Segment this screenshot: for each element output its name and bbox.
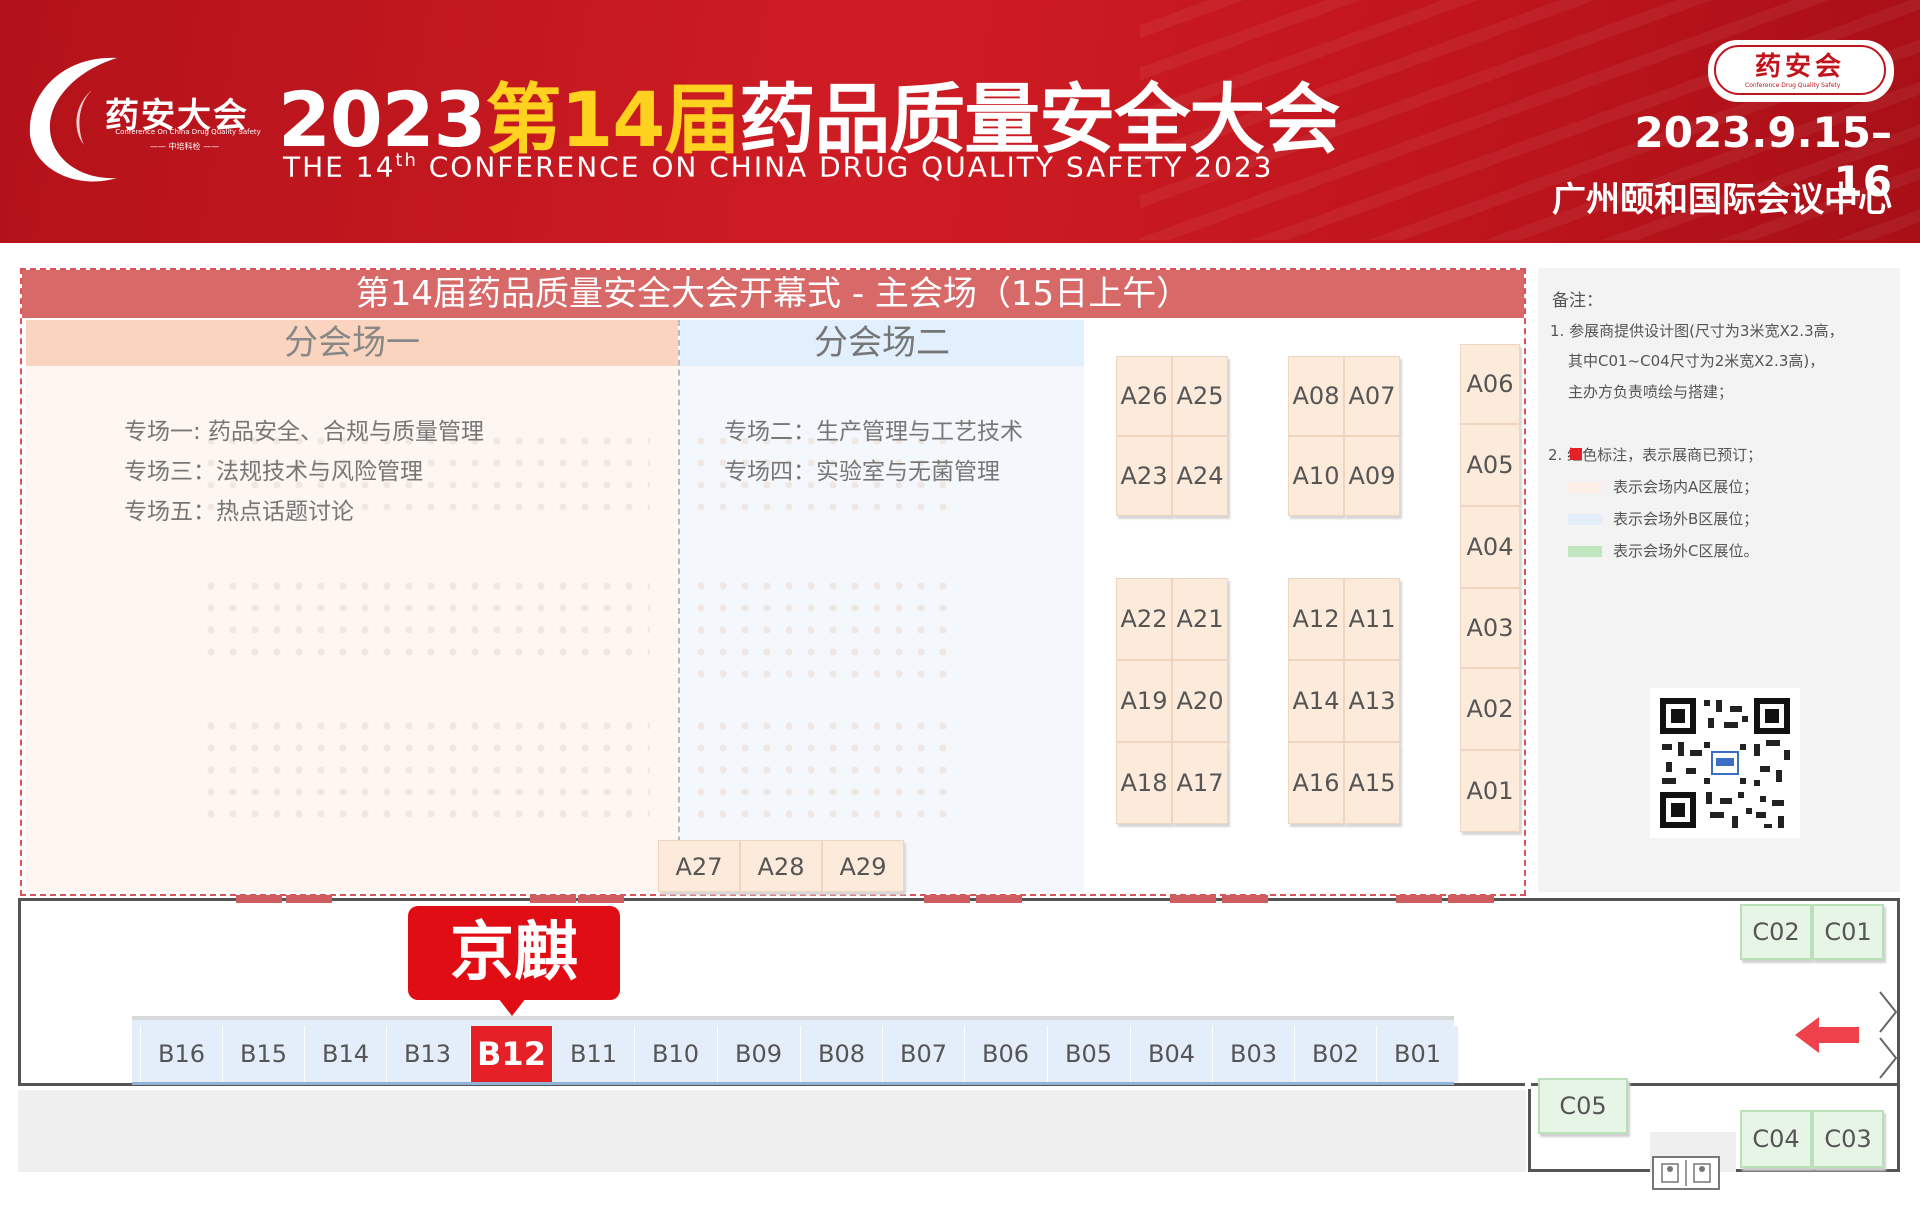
legend-swatch-reserved xyxy=(1570,448,1582,460)
session-label: 专场二：生产管理与工艺技术 xyxy=(724,419,1023,445)
booth-a[interactable]: A14 xyxy=(1288,660,1344,742)
booth-a[interactable]: A12 xyxy=(1288,578,1344,660)
seating-block xyxy=(690,715,960,825)
qr-code[interactable] xyxy=(1650,688,1800,838)
booth-c[interactable]: C01 xyxy=(1812,904,1884,960)
outer-area xyxy=(18,1090,1526,1172)
hall-door xyxy=(1448,895,1494,903)
session-label: 专场三：法规技术与风险管理 xyxy=(124,459,423,485)
entrance-gate-icon xyxy=(1879,991,1898,1079)
legend-swatch-b xyxy=(1568,514,1602,525)
booth-b[interactable]: B15 xyxy=(222,1026,304,1082)
session-label: 专场五：热点话题讨论 xyxy=(124,499,354,525)
session-label: 专场四：实验室与无菌管理 xyxy=(724,459,1000,485)
opening-ceremony-bar: 第14届药品质量安全大会开幕式 - 主会场（15日上午） xyxy=(22,270,1524,318)
booth-b[interactable]: B06 xyxy=(964,1026,1046,1082)
booth-a[interactable]: A24 xyxy=(1172,436,1228,516)
badge-subtitle: Conference Drug Quality Safety xyxy=(1745,82,1841,89)
booth-a[interactable]: A21 xyxy=(1172,578,1228,660)
sub-venue-2-title: 分会场二 xyxy=(680,320,1084,366)
booth-a[interactable]: A18 xyxy=(1116,742,1172,824)
booth-a[interactable]: A13 xyxy=(1344,660,1400,742)
booth-b[interactable]: B13 xyxy=(386,1026,468,1082)
hall-door xyxy=(1170,895,1216,903)
logo-subtitle: Conference On China Drug Quality Safety xyxy=(115,128,261,136)
legend-swatch-a xyxy=(1568,482,1602,493)
legend-swatch-c xyxy=(1568,546,1602,557)
booth-b[interactable]: B02 xyxy=(1294,1026,1376,1082)
legend-note: 主办方负责喷绘与搭建； xyxy=(1568,383,1734,401)
booth-b[interactable]: B04 xyxy=(1130,1026,1212,1082)
booth-b[interactable]: B10 xyxy=(634,1026,716,1082)
booth-a[interactable]: A09 xyxy=(1344,436,1400,516)
booth-a[interactable]: A20 xyxy=(1172,660,1228,742)
booth-b[interactable]: B11 xyxy=(552,1026,634,1082)
reserved-company-callout: 京麒 xyxy=(408,906,620,1000)
booth-a[interactable]: A28 xyxy=(740,840,822,892)
hall-door xyxy=(286,895,332,903)
booth-b[interactable]: B01 xyxy=(1376,1026,1458,1082)
booth-a[interactable]: A22 xyxy=(1116,578,1172,660)
booth-a[interactable]: A17 xyxy=(1172,742,1228,824)
seating-block xyxy=(690,575,960,685)
hall-door xyxy=(1396,895,1442,903)
hall-door xyxy=(578,895,624,903)
booth-a[interactable]: A01 xyxy=(1460,750,1520,832)
booth-b[interactable]: B08 xyxy=(800,1026,882,1082)
booth-a[interactable]: A07 xyxy=(1344,356,1400,436)
conference-venue: 广州颐和国际会议中心 xyxy=(1552,180,1892,220)
restroom-icon xyxy=(1652,1156,1720,1190)
booth-a[interactable]: A06 xyxy=(1460,344,1520,424)
booth-c[interactable]: C03 xyxy=(1812,1110,1884,1168)
callout-pointer xyxy=(498,998,526,1016)
hall-door xyxy=(530,895,576,903)
booth-b[interactable]: B07 xyxy=(882,1026,964,1082)
booth-a[interactable]: A08 xyxy=(1288,356,1344,436)
hall-door xyxy=(1222,895,1268,903)
hall-door xyxy=(976,895,1022,903)
logo-company: —— 中培科检 —— xyxy=(150,142,220,151)
legend-label: 表示会场外B区展位； xyxy=(1613,510,1759,528)
venue-divider xyxy=(678,320,680,892)
session-label: 专场一: 药品安全、合规与质量管理 xyxy=(124,419,485,445)
booth-a[interactable]: A19 xyxy=(1116,660,1172,742)
seating-block xyxy=(200,575,650,665)
booth-a[interactable]: A27 xyxy=(658,840,740,892)
legend-label: 表示会场内A区展位； xyxy=(1613,478,1759,496)
booth-a[interactable]: A04 xyxy=(1460,506,1520,588)
booth-a[interactable]: A16 xyxy=(1288,742,1344,824)
hall-door xyxy=(236,895,282,903)
booth-b[interactable]: B16 xyxy=(140,1026,222,1082)
booth-a[interactable]: A05 xyxy=(1460,424,1520,506)
conference-title-english: THE 14th CONFERENCE ON CHINA DRUG QUALIT… xyxy=(283,150,1274,184)
booth-b-reserved[interactable]: B12 xyxy=(470,1026,552,1082)
legend-title: 备注： xyxy=(1552,291,1603,311)
booth-b[interactable]: B03 xyxy=(1212,1026,1294,1082)
booth-a[interactable]: A23 xyxy=(1116,436,1172,516)
sub-venue-1-title: 分会场一 xyxy=(26,320,678,366)
booth-a[interactable]: A10 xyxy=(1288,436,1344,516)
booth-b[interactable]: B09 xyxy=(717,1026,799,1082)
booth-a[interactable]: A02 xyxy=(1460,668,1520,750)
booth-a[interactable]: A15 xyxy=(1344,742,1400,824)
legend-label: 表示会场外C区展位。 xyxy=(1613,542,1759,560)
legend-note: 其中C01~C04尺寸为2米宽X2.3高)， xyxy=(1568,352,1825,370)
booth-a[interactable]: A11 xyxy=(1344,578,1400,660)
booth-a[interactable]: A29 xyxy=(822,840,904,892)
booth-b[interactable]: B14 xyxy=(304,1026,386,1082)
booth-c[interactable]: C05 xyxy=(1538,1078,1628,1134)
booth-a[interactable]: A26 xyxy=(1116,356,1172,436)
entrance-arrow-icon xyxy=(1795,1017,1859,1053)
hall-door xyxy=(924,895,970,903)
booth-c[interactable]: C02 xyxy=(1740,904,1812,960)
booth-a[interactable]: A03 xyxy=(1460,588,1520,668)
legend-note: 1. 参展商提供设计图(尺寸为3米宽X2.3高， xyxy=(1550,322,1844,340)
booth-a[interactable]: A25 xyxy=(1172,356,1228,436)
seating-block xyxy=(200,715,650,825)
booth-c[interactable]: C04 xyxy=(1740,1110,1812,1168)
booth-b[interactable]: B05 xyxy=(1047,1026,1129,1082)
